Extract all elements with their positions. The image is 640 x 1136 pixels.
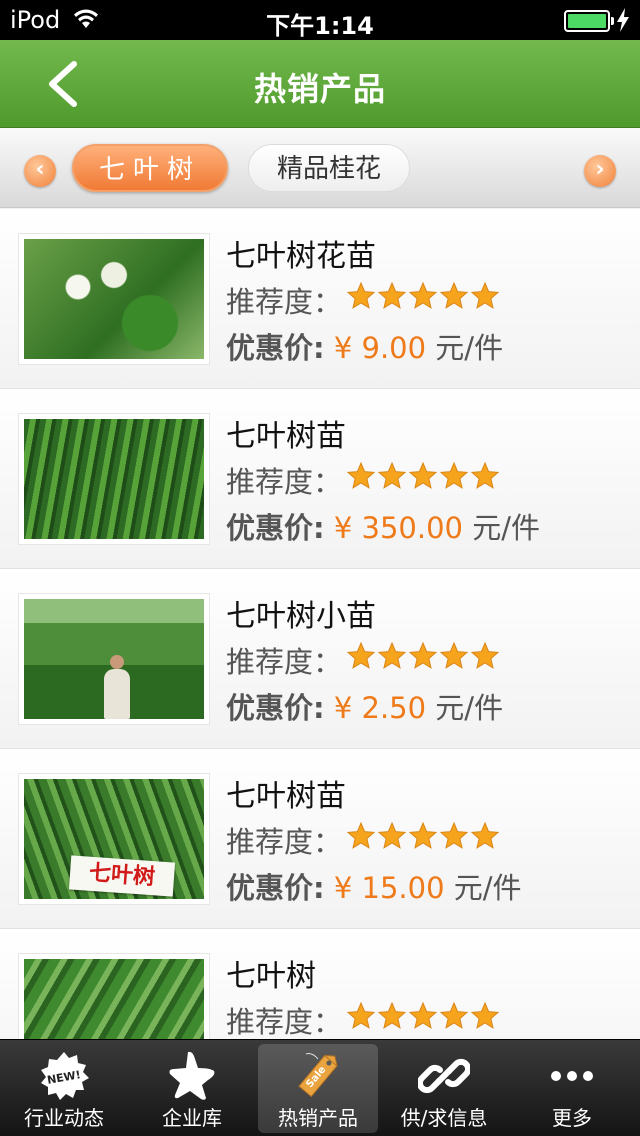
category-next-button[interactable]: › xyxy=(584,155,616,187)
product-thumbnail xyxy=(18,233,210,365)
rating-stars xyxy=(346,1001,500,1033)
price-label: 优惠价: xyxy=(226,871,325,905)
tab-supply-demand[interactable]: 供/求信息 xyxy=(380,1040,508,1136)
product-item[interactable]: 七叶树小苗 推荐度： 优惠价: ¥ 2.50 元/件 xyxy=(0,569,640,749)
link-icon xyxy=(418,1058,470,1094)
page-title: 热销产品 xyxy=(253,70,386,108)
product-item[interactable]: 七叶树 推荐度： xyxy=(0,929,640,1039)
product-list[interactable]: 七叶树花苗 推荐度： 优惠价: ¥ 9.00 元/件 七叶树苗 推荐度： 优惠价… xyxy=(0,209,640,1039)
recommend-label: 推荐度： xyxy=(226,465,343,499)
star-icon xyxy=(346,821,376,849)
sale-tag-icon: Sale xyxy=(298,1053,338,1098)
battery-icon xyxy=(564,10,614,32)
status-bar: iPod 下午1:14 xyxy=(0,0,640,40)
rating-stars xyxy=(346,461,500,493)
star-icon xyxy=(408,821,438,849)
category-prev-button[interactable]: ‹ xyxy=(24,155,56,187)
product-thumbnail xyxy=(18,413,210,545)
recommend-label: 推荐度： xyxy=(226,645,343,679)
tab-more[interactable]: 更多 xyxy=(508,1040,636,1136)
category-chip-qiyeshu[interactable]: 七叶树 xyxy=(72,144,228,192)
star-icon xyxy=(346,461,376,489)
star-icon xyxy=(439,281,469,309)
tab-label: 供/求信息 xyxy=(400,1106,488,1130)
product-thumbnail xyxy=(18,953,210,1039)
recommend-label: 推荐度： xyxy=(226,285,343,319)
star-icon xyxy=(408,461,438,489)
product-sign-text: 七叶树 xyxy=(68,855,176,897)
star-icon xyxy=(470,641,500,669)
product-name: 七叶树苗 xyxy=(226,419,346,454)
rating-stars xyxy=(346,281,500,313)
product-item[interactable]: 七叶树花苗 推荐度： 优惠价: ¥ 9.00 元/件 xyxy=(0,209,640,389)
tab-label: 行业动态 xyxy=(24,1106,104,1130)
new-badge-icon: NEW! xyxy=(41,1052,89,1100)
charging-bolt-icon xyxy=(617,8,629,32)
star-icon xyxy=(377,1001,407,1029)
star-icon xyxy=(439,641,469,669)
price-row: 优惠价: ¥ 15.00 元/件 xyxy=(226,865,522,907)
product-name: 七叶树苗 xyxy=(226,779,346,814)
star-icon xyxy=(377,821,407,849)
product-thumbnail xyxy=(18,593,210,725)
star-icon xyxy=(470,461,500,489)
tab-hot-products[interactable]: Sale 热销产品 xyxy=(258,1044,378,1133)
star-icon xyxy=(439,1001,469,1029)
price-row: 优惠价: ¥ 2.50 元/件 xyxy=(226,685,503,727)
product-item[interactable]: 七叶树 七叶树苗 推荐度： 优惠价: ¥ 15.00 元/件 xyxy=(0,749,640,929)
price-value: ¥ 9.00 xyxy=(333,331,427,365)
price-unit: 元/件 xyxy=(453,871,522,905)
product-name: 七叶树 xyxy=(226,959,316,994)
price-value: ¥ 350.00 xyxy=(333,511,463,545)
price-unit: 元/件 xyxy=(435,331,504,365)
star-icon xyxy=(377,281,407,309)
star-icon xyxy=(346,281,376,309)
price-unit: 元/件 xyxy=(435,691,504,725)
price-label: 优惠价: xyxy=(226,331,325,365)
star-icon xyxy=(377,461,407,489)
price-label: 优惠价: xyxy=(226,511,325,545)
category-chip-jingpin-guihua[interactable]: 精品桂花 xyxy=(248,144,410,192)
star-icon xyxy=(439,821,469,849)
price-value: ¥ 15.00 xyxy=(333,871,445,905)
star-icon xyxy=(408,641,438,669)
product-thumbnail: 七叶树 xyxy=(18,773,210,905)
price-value: ¥ 2.50 xyxy=(333,691,427,725)
product-name: 七叶树小苗 xyxy=(226,599,376,634)
rating-stars xyxy=(346,821,500,853)
product-name: 七叶树花苗 xyxy=(226,239,376,274)
price-row: 优惠价: ¥ 350.00 元/件 xyxy=(226,505,540,547)
rating-stars xyxy=(346,641,500,673)
tab-label: 企业库 xyxy=(162,1106,222,1130)
star-icon xyxy=(470,821,500,849)
clock: 下午1:14 xyxy=(266,12,374,40)
star-icon xyxy=(377,641,407,669)
tab-bar: NEW! 行业动态 企业库 Sale 热销产品 供/求信息 更多 xyxy=(0,1039,640,1136)
more-dots-icon xyxy=(551,1071,593,1081)
tab-enterprise-library[interactable]: 企业库 xyxy=(128,1040,256,1136)
star-icon xyxy=(470,281,500,309)
recommend-label: 推荐度： xyxy=(226,825,343,859)
star-icon xyxy=(408,281,438,309)
price-label: 优惠价: xyxy=(226,691,325,725)
price-unit: 元/件 xyxy=(472,511,540,545)
navigation-bar: 热销产品 xyxy=(0,40,640,128)
star-icon xyxy=(439,461,469,489)
tab-label: 热销产品 xyxy=(278,1106,358,1130)
category-bar: ‹ 七叶树 精品桂花 › xyxy=(0,128,640,208)
star-icon xyxy=(346,1001,376,1029)
product-item[interactable]: 七叶树苗 推荐度： 优惠价: ¥ 350.00 元/件 xyxy=(0,389,640,569)
star-icon xyxy=(346,641,376,669)
recommend-label: 推荐度： xyxy=(226,1005,343,1039)
star-icon xyxy=(169,1051,215,1100)
star-icon xyxy=(408,1001,438,1029)
tab-industry-news[interactable]: NEW! 行业动态 xyxy=(0,1040,128,1136)
price-row: 优惠价: ¥ 9.00 元/件 xyxy=(226,325,503,367)
tab-label: 更多 xyxy=(552,1106,592,1130)
star-icon xyxy=(470,1001,500,1029)
